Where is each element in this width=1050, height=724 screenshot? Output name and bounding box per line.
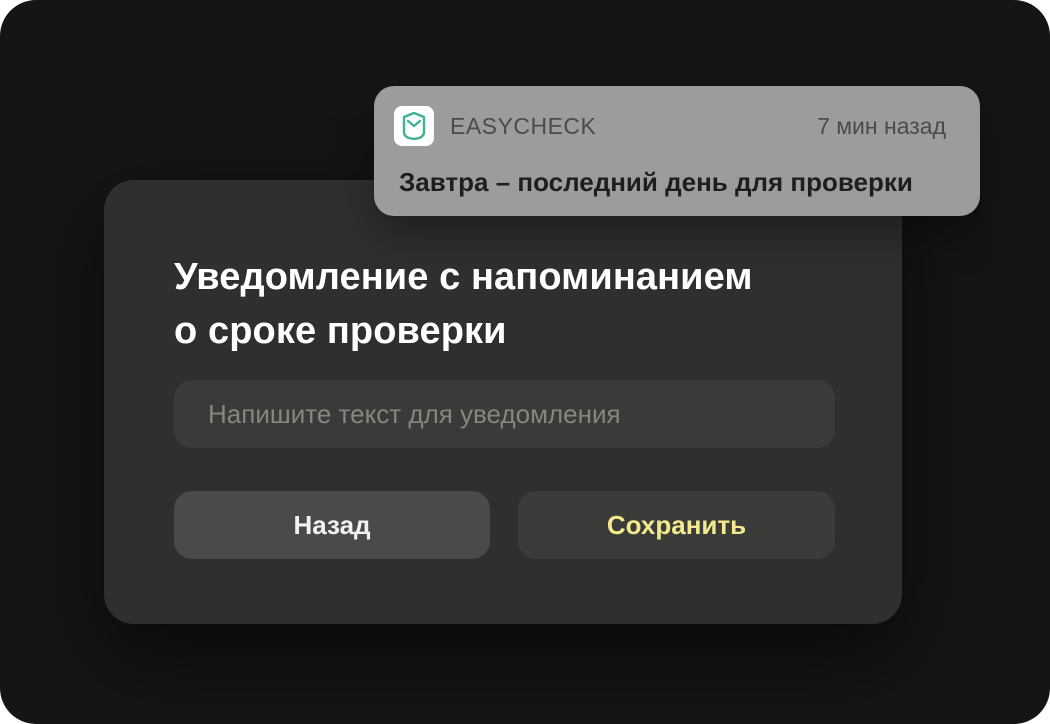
save-button[interactable]: Сохранить [518, 491, 835, 559]
back-button[interactable]: Назад [174, 491, 490, 559]
notification-settings-dialog: Уведомление с напоминанием о сроке прове… [104, 180, 902, 624]
dialog-title-line-2: о сроке проверки [174, 310, 507, 352]
notification-text-input[interactable] [174, 380, 835, 448]
notification-time: 7 мин назад [817, 113, 946, 139]
push-notification[interactable]: EASYCHECK 7 мин назад Завтра – последний… [374, 86, 980, 216]
app-frame: Уведомление с напоминанием о сроке прове… [0, 0, 1050, 724]
notification-app-name: EASYCHECK [450, 113, 597, 139]
dialog-title-line-1: Уведомление с напоминанием [174, 256, 753, 298]
notification-message: Завтра – последний день для проверки [399, 167, 913, 197]
dialog-title: Уведомление с напоминанием о сроке прове… [174, 250, 854, 358]
easycheck-logo-icon [394, 106, 434, 146]
